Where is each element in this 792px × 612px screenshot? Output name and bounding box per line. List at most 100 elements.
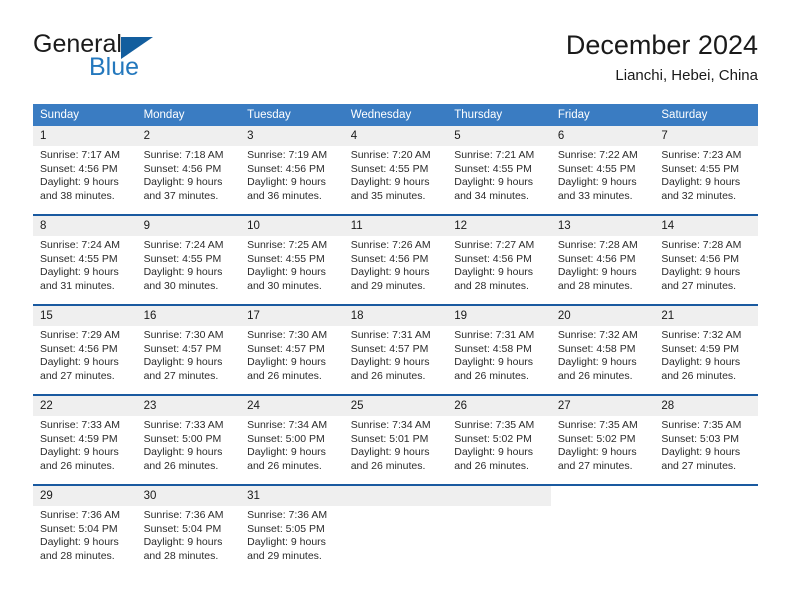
weekday-header-tuesday: Tuesday: [240, 104, 344, 126]
calendar-day-cell[interactable]: 9 Sunrise: 7:24 AM Sunset: 4:55 PM Daylight…: [136, 214, 241, 305]
weekday-header-monday: Monday: [136, 104, 241, 126]
daylight-text: Daylight: 9 hours and 26 minutes.: [247, 446, 326, 472]
calendar-day-cell[interactable]: 30 Sunrise: 7:36 AM Sunset: 5:04 PM Dayligh…: [136, 484, 241, 574]
sunrise-text: Sunrise: 7:28 AM: [557, 239, 638, 251]
sunset-text: Sunset: 4:56 PM: [40, 342, 118, 355]
daylight-text: Daylight: 9 hours and 27 minutes.: [40, 356, 119, 382]
calendar-day-cell[interactable]: 17 Sunrise: 7:30 AM Sunset: 4:57 PM Dayligh…: [240, 304, 344, 395]
calendar-day-cell[interactable]: 27 Sunrise: 7:35 AM Sunset: 5:02 PM Dayligh…: [550, 394, 655, 485]
calendar-day-cell[interactable]: 1 Sunrise: 7:17 AM Sunset: 4:56 PM Daylight…: [33, 126, 137, 215]
calendar-page: General Blue December 2024 Lianchi, Hebe…: [0, 0, 792, 612]
day-info: Sunrise: 7:35 AM Sunset: 5:02 PM Daylight:…: [447, 416, 551, 473]
calendar-day-cell[interactable]: 3 Sunrise: 7:19 AM Sunset: 4:56 PM Daylight…: [240, 126, 344, 215]
sunset-text: Sunset: 4:56 PM: [350, 252, 429, 265]
sunset-text: Sunset: 4:57 PM: [143, 342, 222, 355]
day-info: Sunrise: 7:34 AM Sunset: 5:00 PM Daylight:…: [240, 416, 344, 473]
day-number: 4: [343, 126, 448, 146]
calendar-day-cell[interactable]: 12 Sunrise: 7:27 AM Sunset: 4:56 PM Dayligh…: [447, 214, 551, 305]
day-info: Sunrise: 7:26 AM Sunset: 4:56 PM Daylight:…: [344, 236, 448, 293]
sunset-text: Sunset: 4:56 PM: [557, 252, 636, 265]
calendar-day-cell[interactable]: 29 Sunrise: 7:36 AM Sunset: 5:04 PM Dayligh…: [33, 484, 137, 574]
daylight-text: Daylight: 9 hours and 26 minutes.: [557, 356, 637, 382]
daylight-text: Daylight: 9 hours and 27 minutes.: [661, 266, 741, 292]
sunrise-text: Sunrise: 7:35 AM: [454, 419, 535, 431]
calendar-day-cell[interactable]: 20 Sunrise: 7:32 AM Sunset: 4:58 PM Dayligh…: [550, 304, 655, 395]
day-info: Sunrise: 7:28 AM Sunset: 4:56 PM Daylight:…: [654, 236, 758, 293]
daylight-text: Daylight: 9 hours and 26 minutes.: [247, 356, 326, 382]
sunrise-text: Sunrise: 7:34 AM: [350, 419, 431, 431]
calendar-day-cell[interactable]: 31 Sunrise: 7:36 AM Sunset: 5:05 PM Dayligh…: [240, 484, 344, 574]
calendar-day-cell[interactable]: 16 Sunrise: 7:30 AM Sunset: 4:57 PM Dayligh…: [136, 304, 241, 395]
sunrise-text: Sunrise: 7:36 AM: [143, 509, 224, 521]
calendar-day-cell[interactable]: 2 Sunrise: 7:18 AM Sunset: 4:56 PM Daylight…: [136, 126, 241, 215]
daylight-text: Daylight: 9 hours and 34 minutes.: [454, 176, 534, 202]
day-info: Sunrise: 7:30 AM Sunset: 4:57 PM Daylight:…: [137, 326, 241, 383]
day-number: 25: [343, 396, 448, 416]
sunset-text: Sunset: 4:55 PM: [40, 252, 118, 265]
day-number: 31: [240, 486, 344, 506]
sunset-text: Sunset: 5:03 PM: [661, 432, 740, 445]
calendar-day-cell[interactable]: 6 Sunrise: 7:22 AM Sunset: 4:55 PM Daylight…: [550, 126, 655, 215]
sunset-text: Sunset: 4:59 PM: [661, 342, 740, 355]
day-number: 18: [343, 306, 448, 326]
calendar-day-cell[interactable]: 5 Sunrise: 7:21 AM Sunset: 4:55 PM Daylight…: [447, 126, 551, 215]
calendar-day-cell[interactable]: 19 Sunrise: 7:31 AM Sunset: 4:58 PM Dayligh…: [447, 304, 551, 395]
day-number: 26: [447, 396, 551, 416]
weekday-header-wednesday: Wednesday: [343, 104, 448, 126]
calendar-day-cell[interactable]: 28 Sunrise: 7:35 AM Sunset: 5:03 PM Dayligh…: [654, 394, 758, 485]
day-number: 28: [654, 396, 758, 416]
calendar-day-cell[interactable]: 14 Sunrise: 7:28 AM Sunset: 4:56 PM Dayligh…: [654, 214, 758, 305]
daylight-text: Daylight: 9 hours and 33 minutes.: [557, 176, 637, 202]
brand-name-blue: Blue: [89, 53, 140, 81]
day-info: Sunrise: 7:17 AM Sunset: 4:56 PM Daylight:…: [33, 146, 137, 203]
daylight-text: Daylight: 9 hours and 37 minutes.: [143, 176, 223, 202]
calendar-day-cell[interactable]: 10 Sunrise: 7:25 AM Sunset: 4:55 PM Dayligh…: [240, 214, 344, 305]
calendar-day-cell[interactable]: 22 Sunrise: 7:33 AM Sunset: 4:59 PM Dayligh…: [33, 394, 137, 485]
daylight-text: Daylight: 9 hours and 27 minutes.: [143, 356, 223, 382]
day-number: 17: [240, 306, 344, 326]
day-number: 16: [136, 306, 241, 326]
brand-logo[interactable]: General Blue: [33, 30, 173, 86]
calendar-day-cell[interactable]: 25 Sunrise: 7:34 AM Sunset: 5:01 PM Dayligh…: [343, 394, 448, 485]
day-number: 2: [136, 126, 241, 146]
calendar-day-cell[interactable]: 18 Sunrise: 7:31 AM Sunset: 4:57 PM Dayligh…: [343, 304, 448, 395]
day-number: [447, 486, 551, 506]
day-info: Sunrise: 7:23 AM Sunset: 4:55 PM Daylight:…: [654, 146, 758, 203]
sunrise-text: Sunrise: 7:35 AM: [557, 419, 638, 431]
day-number: 15: [33, 306, 137, 326]
sunrise-text: Sunrise: 7:25 AM: [247, 239, 328, 251]
calendar-cell-empty: [550, 484, 655, 574]
sunset-text: Sunset: 4:58 PM: [454, 342, 532, 355]
sunset-text: Sunset: 4:56 PM: [143, 162, 222, 175]
sunset-text: Sunset: 4:55 PM: [661, 162, 740, 175]
sunset-text: Sunset: 4:56 PM: [40, 162, 118, 175]
calendar-day-cell[interactable]: 26 Sunrise: 7:35 AM Sunset: 5:02 PM Dayligh…: [447, 394, 551, 485]
day-info: Sunrise: 7:29 AM Sunset: 4:56 PM Daylight:…: [33, 326, 137, 383]
sunset-text: Sunset: 4:55 PM: [143, 252, 222, 265]
sunset-text: Sunset: 4:55 PM: [350, 162, 429, 175]
sunset-text: Sunset: 5:00 PM: [247, 432, 325, 445]
calendar-week-row: 29 Sunrise: 7:36 AM Sunset: 5:04 PM Dayligh…: [33, 484, 758, 574]
day-info: Sunrise: 7:36 AM Sunset: 5:05 PM Daylight:…: [240, 506, 344, 563]
daylight-text: Daylight: 9 hours and 36 minutes.: [247, 176, 326, 202]
daylight-text: Daylight: 9 hours and 38 minutes.: [40, 176, 119, 202]
calendar-day-cell[interactable]: 24 Sunrise: 7:34 AM Sunset: 5:00 PM Dayligh…: [240, 394, 344, 485]
weekday-header-friday: Friday: [550, 104, 655, 126]
calendar-day-cell[interactable]: 4 Sunrise: 7:20 AM Sunset: 4:55 PM Daylight…: [343, 126, 448, 215]
calendar-day-cell[interactable]: 13 Sunrise: 7:28 AM Sunset: 4:56 PM Dayligh…: [550, 214, 655, 305]
daylight-text: Daylight: 9 hours and 27 minutes.: [557, 446, 637, 472]
weekday-header-sunday: Sunday: [33, 104, 137, 126]
sunrise-text: Sunrise: 7:18 AM: [143, 149, 224, 161]
daylight-text: Daylight: 9 hours and 29 minutes.: [247, 536, 326, 562]
daylight-text: Daylight: 9 hours and 30 minutes.: [247, 266, 326, 292]
calendar-day-cell[interactable]: 8 Sunrise: 7:24 AM Sunset: 4:55 PM Daylight…: [33, 214, 137, 305]
page-title: December 2024: [565, 30, 758, 60]
sunset-text: Sunset: 4:55 PM: [454, 162, 532, 175]
calendar-day-cell[interactable]: 21 Sunrise: 7:32 AM Sunset: 4:59 PM Dayligh…: [654, 304, 758, 395]
calendar-day-cell[interactable]: 7 Sunrise: 7:23 AM Sunset: 4:55 PM Daylight…: [654, 126, 758, 215]
day-number: 8: [33, 216, 137, 236]
calendar-day-cell[interactable]: 15 Sunrise: 7:29 AM Sunset: 4:56 PM Dayligh…: [33, 304, 137, 395]
day-number: 23: [136, 396, 241, 416]
calendar-day-cell[interactable]: 23 Sunrise: 7:33 AM Sunset: 5:00 PM Dayligh…: [136, 394, 241, 485]
calendar-day-cell[interactable]: 11 Sunrise: 7:26 AM Sunset: 4:56 PM Dayligh…: [343, 214, 448, 305]
